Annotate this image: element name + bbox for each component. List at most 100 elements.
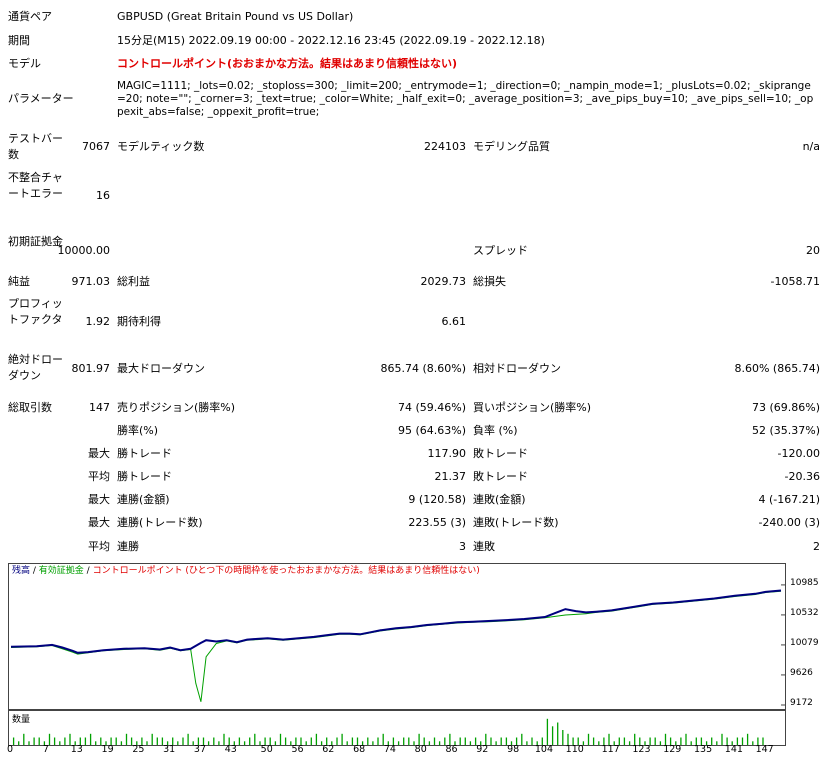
quality-label: モデリング品質 [473,140,550,153]
params-value: MAGIC=1111; _lots=0.02; _stoploss=300; _… [117,80,814,118]
avg-loss-value: -20.36 [784,470,820,483]
y-tick-label: 10985 [790,577,819,588]
volume-chart [8,710,786,746]
gross-profit-label: 総利益 [117,275,150,288]
x-tick-label: 50 [260,744,273,755]
abs-dd-value: 801.97 [71,362,111,375]
rel-dd-value: 8.60% (865.74) [734,362,820,375]
trades-value: 147 [89,401,110,414]
long-label: 買いポジション(勝率%) [473,401,592,414]
net-value: 971.03 [71,275,111,288]
loss-value: 52 (35.37%) [751,424,820,437]
quality-value: n/a [802,140,820,153]
x-tick-label: 68 [353,744,366,755]
x-tick-label: 37 [193,744,207,755]
expected-label: 期待利得 [117,315,161,328]
consec-loss-money-value: 4 (-167.21) [758,493,820,506]
gross-loss-value: -1058.71 [770,275,820,288]
max-loss-label: 敗トレード [473,447,528,460]
x-tick-label: 80 [414,744,427,755]
x-tick-label: 43 [224,744,237,755]
x-tick-label: 129 [663,744,682,755]
x-tick-label: 110 [565,744,584,755]
period-value: 15分足(M15) 2022.09.19 00:00 - 2022.12.16 … [117,34,545,47]
max-word: 最大 [88,516,110,529]
x-tick-label: 147 [755,744,774,755]
y-tick-label: 10079 [790,637,819,648]
max-dd-value: 865.74 (8.60%) [380,362,466,375]
consec-win-trades-value: 223.55 (3) [408,516,466,529]
avg-consec-loss-value: 2 [813,540,820,553]
x-tick-label: 13 [70,744,83,755]
expected-value: 6.61 [441,315,467,328]
legend-equity: 有効証拠金 [38,566,84,576]
max-word: 最大 [88,447,110,460]
max-loss-value: -120.00 [777,447,820,460]
short-value: 74 (59.46%) [397,401,466,414]
mismatch-value: 16 [96,189,110,202]
consec-win-money-value: 9 (120.58) [408,493,466,506]
x-tick-label: 74 [383,744,396,755]
consec-loss-trades-label: 連敗(トレード数) [473,516,559,529]
consec-win-money-label: 連勝(金額) [117,493,170,506]
x-tick-label: 62 [322,744,335,755]
chart-legend: 残高 / 有効証拠金 / コントロールポイント (ひとつ下の時間枠を使ったおおま… [12,565,480,577]
ticks-value: 224103 [424,140,466,153]
win-value: 95 (64.63%) [397,424,466,437]
x-tick-label: 98 [507,744,520,755]
x-tick-label: 7 [42,744,49,755]
x-tick-label: 0 [7,744,14,755]
max-word: 最大 [88,493,110,506]
x-tick-label: 56 [291,744,304,755]
equity-line [10,590,782,702]
x-tick-label: 123 [632,744,651,755]
gross-profit-value: 2029.73 [420,275,467,288]
y-tick-label: 9626 [790,667,813,678]
avg-word: 平均 [88,540,110,553]
consec-win-trades-label: 連勝(トレード数) [117,516,203,529]
x-tick-label: 117 [601,744,620,755]
x-tick-label: 19 [101,744,114,755]
long-value: 73 (69.86%) [751,401,820,414]
net-label: 純益 [8,275,30,288]
max-win-value: 117.90 [427,447,467,460]
x-tick-label: 25 [132,744,145,755]
short-label: 売りポジション(勝率%) [117,401,236,414]
x-tick-label: 104 [534,744,553,755]
avg-loss-label: 敗トレード [473,470,528,483]
params-label: パラメーター [8,92,74,105]
spread-value: 20 [806,244,820,257]
avg-consec-loss-label: 連敗 [473,540,495,553]
y-tick-label: 10532 [790,607,819,618]
x-tick-label: 31 [163,744,176,755]
pair-label: 通貨ペア [8,10,52,23]
avg-consec-win-label: 連勝 [117,540,139,553]
avg-win-label: 勝トレード [117,470,172,483]
balance-line [10,589,782,654]
max-win-label: 勝トレード [117,447,172,460]
volume-chart-svg [12,718,764,745]
period-label: 期間 [8,34,30,47]
pf-value: 1.92 [85,315,111,328]
deposit-value: 10000.00 [57,244,111,257]
loss-label: 負率 (%) [473,424,518,437]
x-tick-label: 92 [476,744,489,755]
x-tick-label: 86 [445,744,458,755]
model-value: コントロールポイント(おおまかな方法。結果はあまり信頼性はない) [117,57,458,70]
volume-label: 数量 [12,715,31,725]
avg-consec-win-value: 3 [459,540,466,553]
consec-loss-trades-value: -240.00 (3) [758,516,820,529]
rel-dd-label: 相対ドローダウン [473,362,561,375]
consec-loss-money-label: 連敗(金額) [473,493,526,506]
trades-label: 総取引数 [8,401,52,414]
x-tick-label: 135 [694,744,713,755]
bars-value: 7067 [82,140,110,153]
legend-sep: / [83,566,93,576]
avg-win-value: 21.37 [434,470,467,483]
win-label: 勝率(%) [117,424,159,437]
balance-chart [8,563,786,710]
max-dd-label: 最大ドローダウン [117,362,205,375]
avg-word: 平均 [88,470,110,483]
balance-chart-svg [10,584,785,706]
legend-note: コントロールポイント (ひとつ下の時間枠を使ったおおまかな方法。結果はあまり信頼… [92,566,480,576]
